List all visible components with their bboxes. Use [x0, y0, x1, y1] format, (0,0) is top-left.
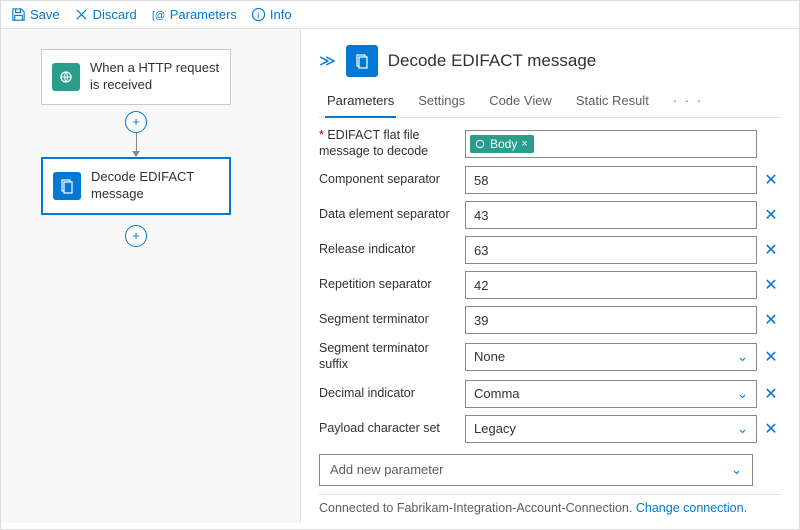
param-release-ind-label: Release indicator	[319, 242, 457, 258]
http-icon	[52, 63, 80, 91]
param-decimal-ind: Decimal indicator Comma⌄ ✕	[319, 380, 781, 408]
chevron-down-icon: ⌄	[731, 462, 742, 478]
clear-segment-term-suffix[interactable]: ✕	[761, 347, 781, 367]
param-component-sep-input[interactable]	[465, 166, 757, 194]
save-button[interactable]: Save	[11, 7, 60, 22]
param-repetition-sep-input[interactable]	[465, 271, 757, 299]
action-node-decode-edifact[interactable]: Decode EDIFACT message	[41, 157, 231, 215]
clear-repetition-sep[interactable]: ✕	[761, 275, 781, 295]
clear-data-elem-sep[interactable]: ✕	[761, 205, 781, 225]
body-token[interactable]: Body×	[470, 135, 534, 153]
add-step-button-bottom[interactable]: +	[125, 225, 147, 247]
tab-staticresult[interactable]: Static Result	[574, 87, 651, 117]
param-segment-term: Segment terminator ✕	[319, 306, 781, 334]
connection-text: Connected to Fabrikam-Integration-Accoun…	[319, 501, 632, 515]
param-release-ind-input[interactable]	[465, 236, 757, 264]
param-flatfile: * EDIFACT flat file message to decode Bo…	[319, 128, 781, 159]
param-component-sep-label: Component separator	[319, 172, 457, 188]
discard-button[interactable]: Discard	[74, 7, 137, 22]
clear-segment-term[interactable]: ✕	[761, 310, 781, 330]
connector: +	[41, 105, 231, 157]
connection-footer: Connected to Fabrikam-Integration-Accoun…	[319, 494, 781, 525]
clear-release-ind[interactable]: ✕	[761, 240, 781, 260]
param-segment-term-suffix-label: Segment terminator suffix	[319, 341, 457, 372]
param-flatfile-label: * EDIFACT flat file message to decode	[319, 128, 457, 159]
clear-decimal-ind[interactable]: ✕	[761, 384, 781, 404]
save-label: Save	[30, 7, 60, 22]
param-payload-charset: Payload character set Legacy⌄ ✕	[319, 415, 781, 443]
save-icon	[11, 7, 26, 22]
tab-more[interactable]: · · ·	[671, 87, 705, 117]
add-step-button-top[interactable]: +	[125, 111, 147, 133]
connector-end: +	[41, 215, 231, 247]
parameters-button[interactable]: [@] Parameters	[151, 7, 237, 22]
tab-settings[interactable]: Settings	[416, 87, 467, 117]
param-payload-charset-select[interactable]: Legacy⌄	[465, 415, 757, 443]
parameters-icon: [@]	[151, 7, 166, 22]
param-decimal-ind-label: Decimal indicator	[319, 386, 457, 402]
info-icon: i	[251, 7, 266, 22]
http-token-icon	[474, 138, 486, 150]
param-repetition-sep: Repetition separator ✕	[319, 271, 781, 299]
action-node-label: Decode EDIFACT message	[91, 169, 219, 203]
discard-icon	[74, 7, 89, 22]
trigger-node-label: When a HTTP request is received	[90, 60, 220, 94]
param-release-ind: Release indicator ✕	[319, 236, 781, 264]
trigger-node-http[interactable]: When a HTTP request is received	[41, 49, 231, 105]
info-label: Info	[270, 7, 292, 22]
param-payload-charset-label: Payload character set	[319, 421, 457, 437]
add-new-parameter[interactable]: Add new parameter⌄	[319, 454, 753, 486]
tab-codeview[interactable]: Code View	[487, 87, 554, 117]
svg-text:i: i	[257, 10, 259, 20]
param-segment-term-suffix-select[interactable]: None⌄	[465, 343, 757, 371]
svg-text:[@]: [@]	[152, 10, 166, 21]
collapse-icon[interactable]: ≫	[319, 51, 336, 71]
main: When a HTTP request is received + Decode…	[1, 29, 799, 523]
param-segment-term-suffix: Segment terminator suffix None⌄ ✕	[319, 341, 781, 372]
chevron-down-icon: ⌄	[737, 421, 748, 437]
panel-edifact-icon	[346, 45, 378, 77]
clear-payload-charset[interactable]: ✕	[761, 419, 781, 439]
param-component-sep: Component separator ✕	[319, 166, 781, 194]
clear-component-sep[interactable]: ✕	[761, 170, 781, 190]
change-connection-link[interactable]: Change connection.	[636, 501, 747, 515]
chevron-down-icon: ⌄	[737, 349, 748, 365]
parameters-label: Parameters	[170, 7, 237, 22]
param-data-elem-sep: Data element separator ✕	[319, 201, 781, 229]
designer-canvas[interactable]: When a HTTP request is received + Decode…	[1, 29, 301, 523]
info-button[interactable]: i Info	[251, 7, 292, 22]
panel-header: ≫ Decode EDIFACT message	[319, 39, 781, 87]
tabs: Parameters Settings Code View Static Res…	[319, 87, 781, 118]
tab-parameters[interactable]: Parameters	[325, 87, 396, 118]
param-segment-term-label: Segment terminator	[319, 312, 457, 328]
toolbar: Save Discard [@] Parameters i Info	[1, 1, 799, 29]
panel-title: Decode EDIFACT message	[388, 51, 597, 71]
chevron-down-icon: ⌄	[737, 386, 748, 402]
param-data-elem-sep-label: Data element separator	[319, 207, 457, 223]
param-segment-term-input[interactable]	[465, 306, 757, 334]
edifact-icon	[53, 172, 81, 200]
details-panel: ≫ Decode EDIFACT message Parameters Sett…	[301, 29, 799, 523]
param-flatfile-input[interactable]: Body×	[465, 130, 757, 158]
discard-label: Discard	[93, 7, 137, 22]
param-data-elem-sep-input[interactable]	[465, 201, 757, 229]
param-repetition-sep-label: Repetition separator	[319, 277, 457, 293]
param-decimal-ind-select[interactable]: Comma⌄	[465, 380, 757, 408]
